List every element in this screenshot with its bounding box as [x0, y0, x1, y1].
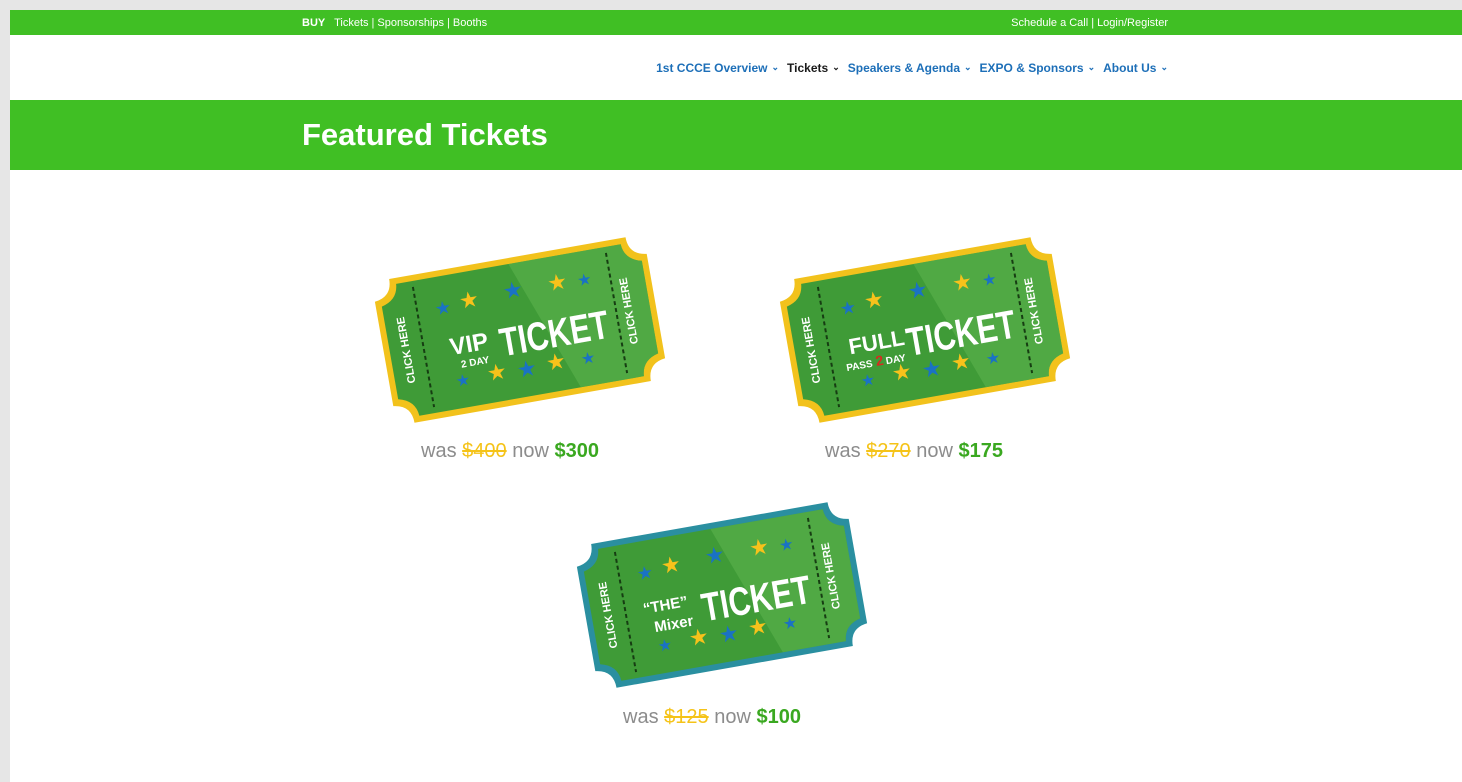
- was-label: was: [623, 706, 659, 728]
- schedule-call-link[interactable]: Schedule a Call: [1011, 17, 1088, 29]
- mixer-ticket-button[interactable]: CLICK HERE CLICK HERE ★ ★ ★ ★ ★ ★ ★ ★ ★ …: [572, 500, 872, 690]
- nav-item-speakers-agenda[interactable]: Speakers & Agenda ⌄: [848, 61, 972, 75]
- page-title: Featured Tickets: [302, 117, 548, 152]
- svg-text:★: ★: [657, 637, 674, 656]
- nav-item-tickets[interactable]: Tickets ⌄: [787, 61, 840, 75]
- utility-link-booths[interactable]: Booths: [453, 17, 487, 29]
- nav-item-label: 1st CCCE Overview: [656, 61, 768, 75]
- now-label: now: [916, 440, 953, 462]
- separator: |: [447, 17, 450, 29]
- page-viewport: BUY Tickets | Sponsorships | Booths Schedule…: [10, 10, 1462, 782]
- utility-bar: BUY Tickets | Sponsorships | Booths Schedule…: [10, 10, 1462, 35]
- svg-text:★: ★: [838, 297, 857, 319]
- svg-text:★: ★: [860, 372, 877, 391]
- nav-item-about-us[interactable]: About Us ⌄: [1103, 61, 1168, 75]
- nav-item-label: Speakers & Agenda: [847, 61, 960, 75]
- separator: |: [371, 17, 375, 29]
- old-price: $125: [664, 706, 709, 728]
- old-price: $270: [866, 440, 911, 462]
- mixer-ticket-graphic: CLICK HERE CLICK HERE ★ ★ ★ ★ ★ ★ ★ ★ ★ …: [576, 502, 868, 688]
- svg-text:★: ★: [782, 614, 799, 633]
- svg-text:★: ★: [778, 536, 795, 555]
- vip-ticket-button[interactable]: CLICK HERE CLICK HERE ★ ★ ★ ★ ★ ★ ★ ★ ★ …: [370, 235, 670, 425]
- svg-text:★: ★: [981, 271, 998, 290]
- buy-label: BUY: [302, 17, 326, 29]
- chevron-down-icon: ⌄: [1087, 61, 1096, 72]
- chevron-down-icon: ⌄: [771, 61, 780, 72]
- utility-link-tickets[interactable]: Tickets: [334, 17, 368, 29]
- vip-price: was $400 now $300: [421, 440, 599, 463]
- now-label: now: [714, 706, 751, 728]
- svg-text:★: ★: [635, 562, 654, 584]
- svg-text:★: ★: [576, 271, 593, 290]
- vip-ticket-graphic: CLICK HERE CLICK HERE ★ ★ ★ ★ ★ ★ ★ ★ ★ …: [374, 237, 666, 423]
- nav-item-label: About Us: [1103, 61, 1157, 75]
- chevron-down-icon: ⌄: [832, 61, 840, 72]
- svg-text:★: ★: [455, 372, 472, 391]
- svg-text:★: ★: [985, 349, 1002, 368]
- new-price: $100: [756, 706, 801, 728]
- svg-text:★: ★: [580, 349, 597, 368]
- utility-buy-links: BUY Tickets | Sponsorships | Booths: [302, 17, 487, 29]
- old-price: $400: [462, 440, 507, 462]
- mixer-price: was $125 now $100: [623, 706, 801, 729]
- svg-text:★: ★: [433, 297, 452, 319]
- utility-account-links: Schedule a Call | Login/Register: [1011, 17, 1168, 29]
- nav-item-label: EXPO & Sponsors: [979, 61, 1084, 75]
- page-banner: Featured Tickets: [10, 100, 1462, 170]
- full-pass-price: was $270 now $175: [825, 440, 1003, 463]
- full-pass-ticket-graphic: CLICK HERE CLICK HERE ★ ★ ★ ★ ★ ★ ★ ★ ★ …: [779, 237, 1071, 423]
- full-pass-ticket-button[interactable]: CLICK HERE CLICK HERE ★ ★ ★ ★ ★ ★ ★ ★ ★ …: [775, 235, 1075, 425]
- now-label: now: [512, 440, 549, 462]
- login-register-link[interactable]: Login/Register: [1097, 17, 1168, 29]
- main-nav: 1st CCCE Overview ⌄ Tickets ⌄ Speakers &…: [656, 61, 1168, 75]
- chevron-down-icon: ⌄: [1160, 61, 1168, 72]
- nav-item-label: Tickets: [787, 61, 829, 75]
- nav-item-expo-sponsors[interactable]: EXPO & Sponsors ⌄: [980, 61, 1096, 75]
- nav-item-overview[interactable]: 1st CCCE Overview ⌄: [656, 61, 779, 75]
- separator: |: [1091, 17, 1095, 29]
- new-price: $175: [958, 440, 1003, 462]
- was-label: was: [421, 440, 457, 462]
- utility-link-sponsorships[interactable]: Sponsorships: [377, 17, 444, 29]
- was-label: was: [825, 440, 861, 462]
- chevron-down-icon: ⌄: [964, 61, 972, 72]
- new-price: $300: [554, 440, 599, 462]
